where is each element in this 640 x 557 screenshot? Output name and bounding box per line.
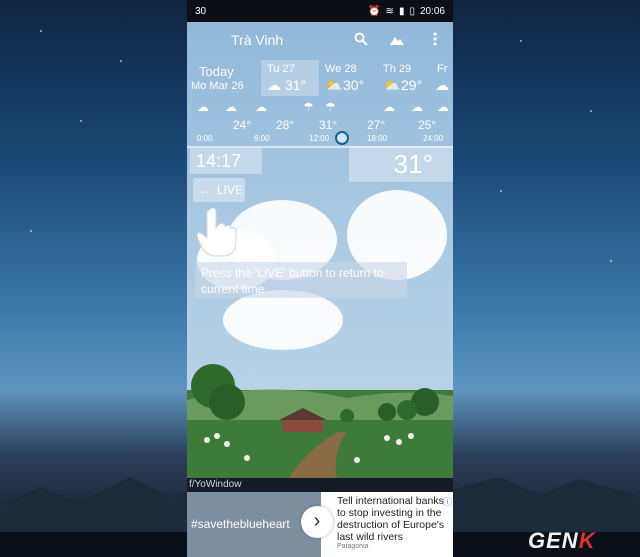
rain-cloud-icon: ☂ — [303, 100, 314, 114]
current-time-display: 14:17 — [190, 148, 262, 174]
city-name[interactable]: Trà Vinh — [231, 32, 283, 48]
sun-cloud-icon: ⛅ — [383, 77, 401, 93]
day-temp: 30° — [343, 77, 365, 93]
live-button-label: LIVE — [217, 183, 244, 197]
live-button[interactable]: ← LIVE — [193, 178, 245, 202]
phone-screen: 30 ⏰ ≋ ▮ ▯ 20:06 Trà Vinh Today Mo Mar 2… — [187, 0, 453, 557]
star — [610, 260, 612, 262]
hour-temp: 31° — [319, 118, 338, 132]
day-friday[interactable]: Fr ☁ — [435, 60, 453, 96]
star — [40, 30, 42, 32]
hour-temp: 27° — [367, 118, 386, 132]
tap-hand-icon — [196, 207, 237, 257]
day-date: Mo Mar 26 — [191, 80, 244, 92]
rain-cloud-icon: ☂ — [325, 100, 336, 114]
cloud-icon: ☁ — [437, 100, 449, 114]
star — [30, 230, 32, 232]
day-label: We 28 — [325, 63, 357, 75]
cloud-icon: ☁ — [411, 100, 423, 114]
hourly-forecast[interactable]: ☁ ☁ ☁ ☂ ☂ ☁ ☁ ☁ 24° 28° 31° 27° 25° 0:00… — [187, 96, 453, 146]
partly-cloudy-icon: ⛅ — [325, 77, 343, 93]
hour-time: 6:00 — [254, 134, 270, 143]
search-icon[interactable] — [353, 32, 369, 48]
cloud-icon: ☁ — [383, 100, 395, 114]
day-wednesday[interactable]: We 28 ⛅ 30° — [319, 60, 377, 96]
star — [120, 60, 122, 62]
watermark-text: GEN — [528, 528, 579, 553]
ad-sponsor: Patagonia — [337, 543, 369, 550]
back-arrow-icon: ← — [199, 183, 211, 197]
daily-forecast-strip: Today Mo Mar 26 Tu 27 ☁ 31° We 28 ⛅ 30° … — [187, 60, 453, 96]
landscape-icon[interactable] — [389, 32, 405, 48]
watermark-accent: K — [578, 528, 596, 553]
star — [80, 120, 82, 122]
tooltip-message: Press the 'LIVE' button to return to cur… — [195, 262, 407, 298]
ad-banner[interactable]: #savetheblueheart › Tell international b… — [187, 492, 453, 557]
day-label: Fr — [437, 63, 448, 75]
cloud-icon: ☁ — [255, 100, 267, 114]
day-today[interactable]: Today Mo Mar 26 — [187, 60, 261, 96]
day-temp: 31° — [285, 77, 307, 93]
clock-text: 20:06 — [419, 5, 445, 17]
day-label: Today — [199, 64, 234, 79]
more-vertical-icon[interactable] — [427, 32, 443, 48]
alarm-icon: ⏰ — [368, 5, 381, 17]
genk-watermark: GENK — [528, 528, 596, 554]
cloud-icon: ☁ — [225, 100, 237, 114]
hour-time: 0:00 — [197, 134, 213, 143]
current-temp-display: 31° — [349, 146, 453, 182]
cloud-icon: ☁ — [197, 100, 209, 114]
day-tuesday[interactable]: Tu 27 ☁ 31° — [261, 60, 319, 96]
time-marker-handle[interactable] — [335, 131, 349, 145]
partly-cloudy-icon: ☁ — [267, 77, 281, 93]
status-bar: 30 ⏰ ≋ ▮ ▯ 20:06 — [187, 0, 453, 22]
chevron-right-icon[interactable]: › — [301, 506, 333, 538]
day-label: Tu 27 — [267, 63, 295, 75]
hour-time: 12:00 — [309, 134, 330, 143]
wifi-icon: ≋ — [385, 5, 394, 17]
star — [500, 190, 502, 192]
rain-cloud-icon: ☁ — [435, 77, 449, 93]
battery-icon: ▯ — [409, 5, 415, 17]
landscape-scene — [187, 364, 453, 480]
status-icons: ⏰ ≋ ▮ ▯ 20:06 — [368, 6, 445, 17]
day-temp: 29° — [401, 77, 423, 93]
star — [590, 110, 592, 112]
hour-temp: 24° — [233, 118, 252, 132]
hour-time: 18:00 — [367, 134, 388, 143]
star — [520, 40, 522, 42]
hour-temp: 28° — [276, 118, 295, 132]
hour-temp: 25° — [418, 118, 437, 132]
day-thursday[interactable]: Th 29 ⛅ 29° — [377, 60, 435, 96]
hour-time: 24:00 — [423, 134, 444, 143]
info-icon[interactable]: ⓘ — [443, 495, 452, 508]
status-left-text: 30 — [195, 5, 207, 17]
yowindow-brand[interactable]: f/YoWindow — [187, 478, 453, 492]
app-toolbar: Trà Vinh — [187, 22, 453, 60]
day-label: Th 29 — [383, 63, 412, 75]
signal-icon: ▮ — [398, 5, 405, 17]
ad-headline: Tell international banks to stop investi… — [337, 495, 445, 543]
